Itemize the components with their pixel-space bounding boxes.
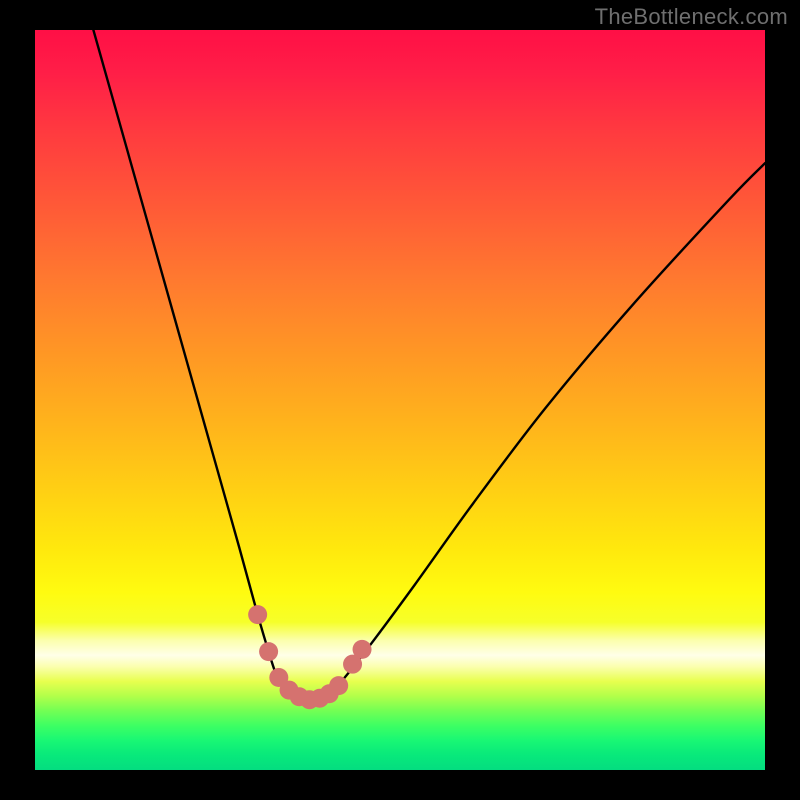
highlight-markers [248,605,371,709]
highlight-dot [248,605,267,624]
highlight-dot [259,642,278,661]
highlight-dot [329,676,348,695]
curve-overlay [35,30,765,770]
chart-frame: TheBottleneck.com [0,0,800,800]
watermark-text: TheBottleneck.com [595,4,788,30]
bottleneck-curve [93,30,765,700]
plot-area [35,30,765,770]
highlight-dot [353,640,372,659]
